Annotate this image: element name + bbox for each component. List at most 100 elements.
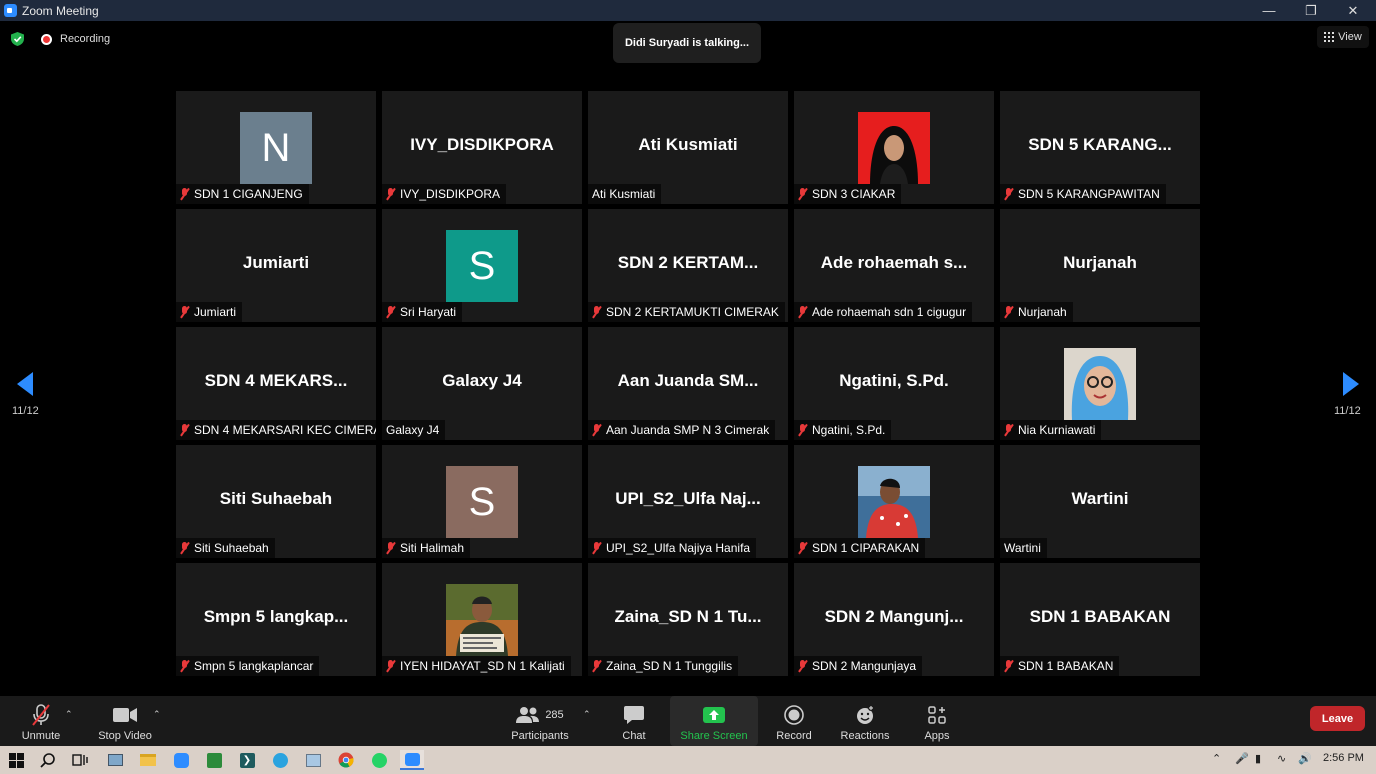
muted-microphone-icon	[798, 306, 807, 318]
view-label: View	[1338, 31, 1362, 43]
video-options-chevron-icon[interactable]: ⌃	[153, 709, 161, 720]
participant-name: Ati Kusmiati	[592, 187, 656, 201]
participant-display-name: SDN 2 KERTAM...	[617, 253, 759, 272]
participant-tile[interactable]: SDN 4 MEKARS... SDN 4 MEKARSARI KEC CIMER…	[176, 327, 376, 440]
video-camera-icon	[113, 703, 137, 727]
participant-avatar: S	[446, 466, 518, 538]
muted-microphone-icon	[798, 660, 807, 672]
participant-display-name: Aan Juanda SM...	[617, 371, 759, 390]
audio-options-chevron-icon[interactable]: ⌃	[65, 709, 73, 720]
participant-tile[interactable]: Jumiarti Jumiarti	[176, 209, 376, 322]
participant-tile[interactable]: Wartini Wartini	[1000, 445, 1200, 558]
participants-options-chevron-icon[interactable]: ⌃	[583, 709, 591, 720]
participant-name: SDN 2 KERTAMUKTI CIMERAK	[606, 305, 779, 319]
view-button[interactable]: View	[1317, 26, 1369, 48]
muted-microphone-icon	[1004, 188, 1013, 200]
participant-tile[interactable]: Ngatini, S.Pd. Ngatini, S.Pd.	[794, 327, 994, 440]
participant-tile[interactable]: SDN 3 CIAKAR	[794, 91, 994, 204]
leave-button[interactable]: Leave	[1310, 706, 1365, 731]
participant-name: Zaina_SD N 1 Tunggilis	[606, 659, 733, 673]
participants-button[interactable]: 285 Participants	[508, 696, 572, 746]
chat-button[interactable]: Chat	[612, 696, 656, 746]
participant-tile[interactable]: SDN 1 CIPARAKAN	[794, 445, 994, 558]
participant-tile[interactable]: Smpn 5 langkap... Smpn 5 langkaplancar	[176, 563, 376, 676]
participant-name: Smpn 5 langkaplancar	[194, 659, 314, 673]
network-icon[interactable]: ∿	[1277, 752, 1286, 765]
participant-tile[interactable]: SDN 1 BABAKAN SDN 1 BABAKAN	[1000, 563, 1200, 676]
participant-name-label: Nia Kurniawati	[1000, 420, 1102, 440]
search-icon[interactable]	[38, 750, 58, 770]
next-page-arrow-icon[interactable]	[1343, 372, 1359, 396]
close-button[interactable]: ✕	[1332, 0, 1374, 21]
file-explorer-icon[interactable]	[138, 750, 158, 770]
participant-tile[interactable]: Galaxy J4 Galaxy J4	[382, 327, 582, 440]
participant-tile[interactable]: Zaina_SD N 1 Tu... Zaina_SD N 1 Tunggilis	[588, 563, 788, 676]
participant-name-label: IYEN HIDAYAT_SD N 1 Kalijati	[382, 656, 571, 676]
participant-tile[interactable]: IVY_DISDIKPORA IVY_DISDIKPORA	[382, 91, 582, 204]
participant-tile[interactable]: SDN 5 KARANG... SDN 5 KARANGPAWITAN	[1000, 91, 1200, 204]
show-hidden-icons-chevron-icon[interactable]: ⌃	[1212, 752, 1221, 765]
share-screen-button[interactable]: Share Screen	[670, 696, 758, 746]
clock-time[interactable]: 2:56 PM	[1323, 752, 1364, 764]
participant-display-name: Wartini	[1071, 489, 1129, 508]
participant-tile[interactable]: SDN 2 KERTAM... SDN 2 KERTAMUKTI CIMERAK	[588, 209, 788, 322]
record-button[interactable]: Record	[772, 696, 816, 746]
restore-button[interactable]: ❐	[1290, 0, 1332, 21]
zoom-meeting-taskbar-icon[interactable]	[400, 750, 424, 770]
participant-name-label: SDN 1 CIPARAKAN	[794, 538, 926, 558]
participant-name-label: SDN 2 Mangunjaya	[794, 656, 923, 676]
participant-tile[interactable]: Siti Suhaebah Siti Suhaebah	[176, 445, 376, 558]
participant-tile[interactable]: Nurjanah Nurjanah	[1000, 209, 1200, 322]
muted-microphone-icon	[592, 542, 601, 554]
whatsapp-icon[interactable]	[369, 750, 389, 770]
participant-tile[interactable]: SDN 2 Mangunj... SDN 2 Mangunjaya	[794, 563, 994, 676]
telegram-icon[interactable]	[270, 750, 290, 770]
participant-name-label: SDN 1 CIGANJENG	[176, 184, 309, 204]
participant-tile[interactable]: Aan Juanda SM... Aan Juanda SMP N 3 Cimer…	[588, 327, 788, 440]
stop-video-button[interactable]: Stop Video	[95, 696, 155, 746]
start-windows-icon[interactable]	[6, 750, 26, 770]
participant-tile[interactable]: Ati Kusmiati Ati Kusmiati	[588, 91, 788, 204]
participant-name: Sri Haryati	[400, 305, 457, 319]
participant-tile[interactable]: Ade rohaemah s... Ade rohaemah sdn 1 cigu…	[794, 209, 994, 322]
volume-icon[interactable]: 🔊	[1298, 752, 1312, 765]
minimize-button[interactable]: —	[1248, 0, 1290, 21]
battery-icon[interactable]: ▮	[1255, 752, 1261, 765]
terminal-app-icon[interactable]: ❯	[237, 750, 257, 770]
reactions-button[interactable]: Reactions	[838, 696, 892, 746]
participant-tile[interactable]: N SDN 1 CIGANJENG	[176, 91, 376, 204]
image-viewer-icon[interactable]	[303, 750, 323, 770]
participant-tile[interactable]: S Siti Halimah	[382, 445, 582, 558]
participant-display-name: Zaina_SD N 1 Tu...	[614, 607, 762, 626]
muted-microphone-icon	[798, 188, 807, 200]
task-view-icon[interactable]	[70, 750, 90, 770]
muted-microphone-icon	[180, 542, 189, 554]
page-indicator-left: 11/12	[12, 405, 39, 417]
recording-icon[interactable]	[41, 34, 52, 45]
recording-label: Recording	[60, 33, 111, 45]
participant-tile[interactable]: UPI_S2_Ulfa Naj... UPI_S2_Ulfa Najiya Han…	[588, 445, 788, 558]
unmute-button[interactable]: Unmute	[16, 696, 66, 746]
muted-microphone-icon	[1004, 424, 1013, 436]
zoom-taskbar-icon[interactable]	[171, 750, 191, 770]
photos-app-icon[interactable]	[105, 750, 125, 770]
security-shield-icon[interactable]	[11, 32, 24, 46]
participant-tile[interactable]: Nia Kurniawati	[1000, 327, 1200, 440]
sheets-app-icon[interactable]	[204, 750, 224, 770]
apps-button[interactable]: Apps	[918, 696, 956, 746]
participant-tile[interactable]: IYEN HIDAYAT_SD N 1 Kalijati	[382, 563, 582, 676]
chrome-icon[interactable]	[336, 750, 356, 770]
share-screen-icon	[703, 703, 725, 727]
participant-photo	[446, 584, 518, 656]
participants-icon: 285	[516, 703, 564, 727]
apps-label: Apps	[924, 730, 950, 742]
leave-label: Leave	[1321, 712, 1354, 725]
participant-display-name: SDN 4 MEKARS...	[204, 371, 348, 390]
participant-name-label: UPI_S2_Ulfa Najiya Hanifa	[588, 538, 757, 558]
participant-tile[interactable]: S Sri Haryati	[382, 209, 582, 322]
microphone-tray-icon[interactable]: 🎤	[1235, 752, 1249, 765]
previous-page-arrow-icon[interactable]	[17, 372, 33, 396]
page-indicator-right: 11/12	[1334, 405, 1361, 417]
muted-microphone-icon	[386, 306, 395, 318]
participant-photo	[1064, 348, 1136, 420]
